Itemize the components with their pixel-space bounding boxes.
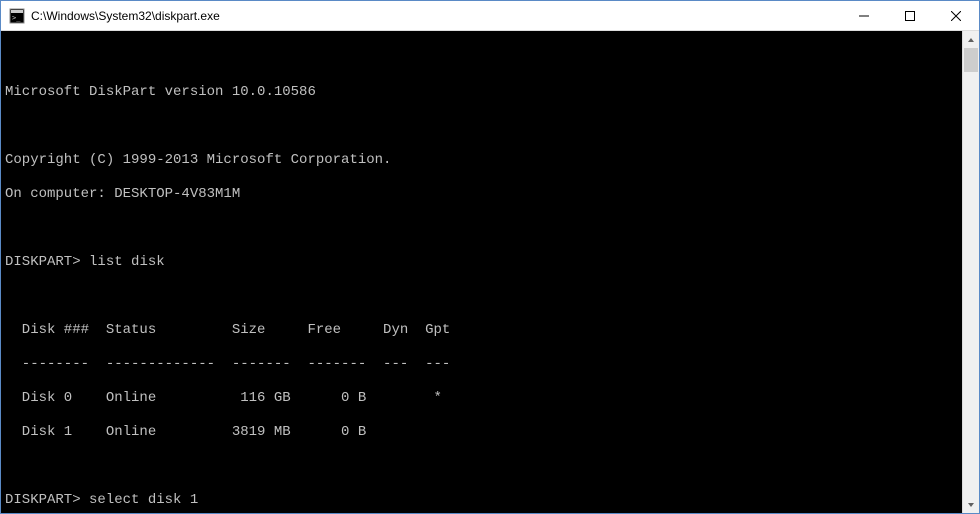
copyright-line: Copyright (C) 1999-2013 Microsoft Corpor… [5, 152, 962, 169]
disk-table-divider: -------- ------------- ------- ------- -… [5, 356, 962, 373]
prompt-line-list-disk: DISKPART> list disk [5, 254, 962, 271]
computer-line: On computer: DESKTOP-4V83M1M [5, 186, 962, 203]
client-area: Microsoft DiskPart version 10.0.10586 Co… [1, 31, 979, 513]
console-output[interactable]: Microsoft DiskPart version 10.0.10586 Co… [1, 31, 962, 513]
prompt: DISKPART> [5, 492, 81, 508]
window-controls [841, 1, 979, 30]
disk-table-row-0: Disk 0 Online 116 GB 0 B * [5, 390, 962, 407]
vertical-scrollbar[interactable] [962, 31, 979, 513]
cmd-list-disk: list disk [89, 254, 165, 270]
disk-table-header: Disk ### Status Size Free Dyn Gpt [5, 322, 962, 339]
version-line: Microsoft DiskPart version 10.0.10586 [5, 84, 962, 101]
maximize-button[interactable] [887, 1, 933, 30]
scroll-down-button[interactable] [963, 496, 979, 513]
close-button[interactable] [933, 1, 979, 30]
prompt: DISKPART> [5, 254, 81, 270]
prompt-line-select: DISKPART> select disk 1 [5, 492, 962, 509]
disk-table-row-1: Disk 1 Online 3819 MB 0 B [5, 424, 962, 441]
app-icon: >_ [9, 8, 25, 24]
window-title: C:\Windows\System32\diskpart.exe [31, 9, 841, 23]
cmd-select: select disk 1 [89, 492, 198, 508]
titlebar[interactable]: >_ C:\Windows\System32\diskpart.exe [1, 1, 979, 31]
scrollbar-thumb[interactable] [964, 48, 978, 72]
minimize-button[interactable] [841, 1, 887, 30]
svg-text:>_: >_ [12, 14, 21, 22]
scroll-up-button[interactable] [963, 31, 979, 48]
